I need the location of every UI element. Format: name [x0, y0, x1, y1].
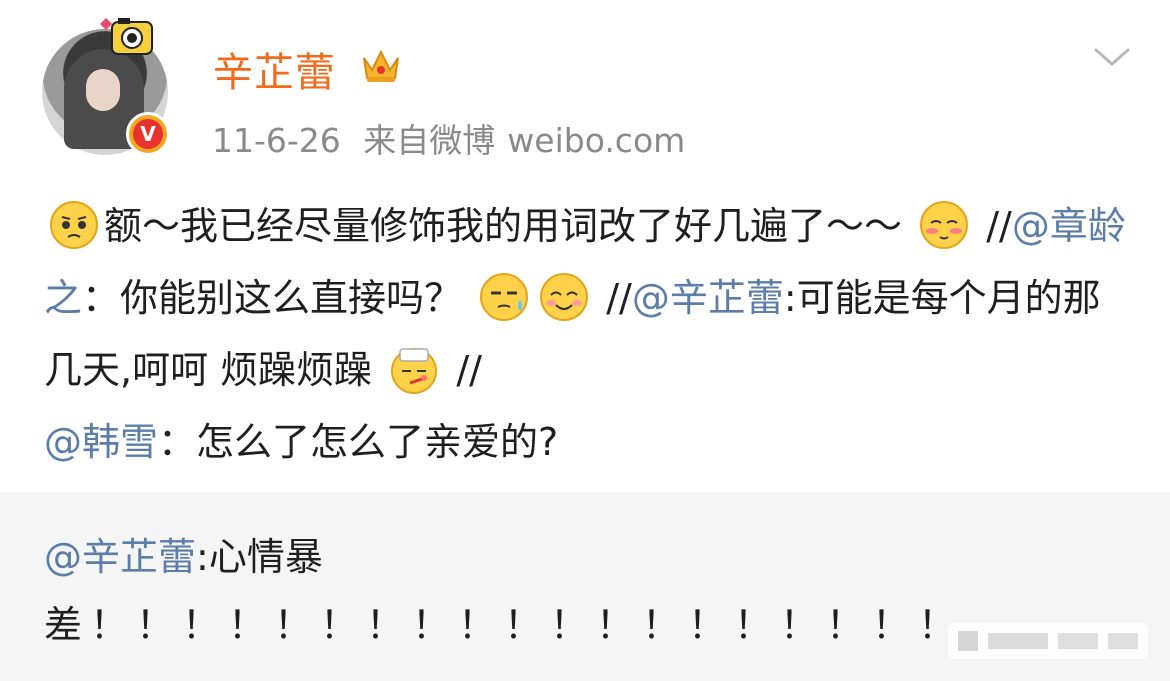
retweet-text-1: :心情暴	[196, 535, 323, 579]
post-text-6: //	[456, 348, 482, 392]
post-text-7: ：怎么了怎么了亲爱的?	[158, 420, 559, 464]
post-text-4: //	[606, 276, 632, 320]
watermark-logo	[948, 623, 1148, 659]
awkward-emoji-icon	[50, 201, 98, 249]
post-text-1: 额～我已经尽量修饰我的用词改了好几遍了～～	[104, 204, 903, 248]
post-date: 11-6-26	[212, 121, 341, 160]
username[interactable]: 辛芷蕾	[213, 40, 336, 98]
post-source-prefix: 来自微博	[363, 121, 496, 160]
retweet-line-2: 差！！！！！！！！！！！！！！！！！！！	[44, 603, 965, 647]
smile-emoji-icon	[540, 273, 589, 321]
retweet-box[interactable]: @辛芷蕾:心情暴 差！！！！！！！！！！！！！！！！！！！	[0, 492, 1170, 681]
camera-icon	[100, 18, 153, 55]
post-source: weibo.com	[507, 121, 686, 160]
retweet-mention-link[interactable]: @辛芷蕾	[44, 535, 196, 579]
mention-link[interactable]: @辛芷蕾	[632, 276, 784, 320]
post-meta: 11-6-26 来自微博 weibo.com	[212, 114, 697, 162]
sweat-emoji-icon	[480, 273, 529, 321]
shy-emoji-icon	[920, 201, 969, 249]
mention-link[interactable]: @韩雪	[44, 420, 158, 464]
post-text-3: ：你能别这么直接吗？	[82, 276, 463, 320]
chevron-down-icon[interactable]	[1092, 42, 1132, 72]
post-body: 额～我已经尽量修饰我的用词改了好几遍了～～ //@章龄之：你能别这么直接吗？ /…	[44, 190, 1134, 478]
retweet-line-1: @辛芷蕾:心情暴	[44, 526, 323, 581]
avatar-face	[86, 69, 120, 111]
sick-emoji-icon	[391, 348, 438, 394]
crown-icon	[363, 49, 399, 82]
verified-v-icon: V	[133, 119, 163, 149]
post-text-2: //	[986, 204, 1012, 248]
verified-badge: V	[126, 112, 170, 156]
